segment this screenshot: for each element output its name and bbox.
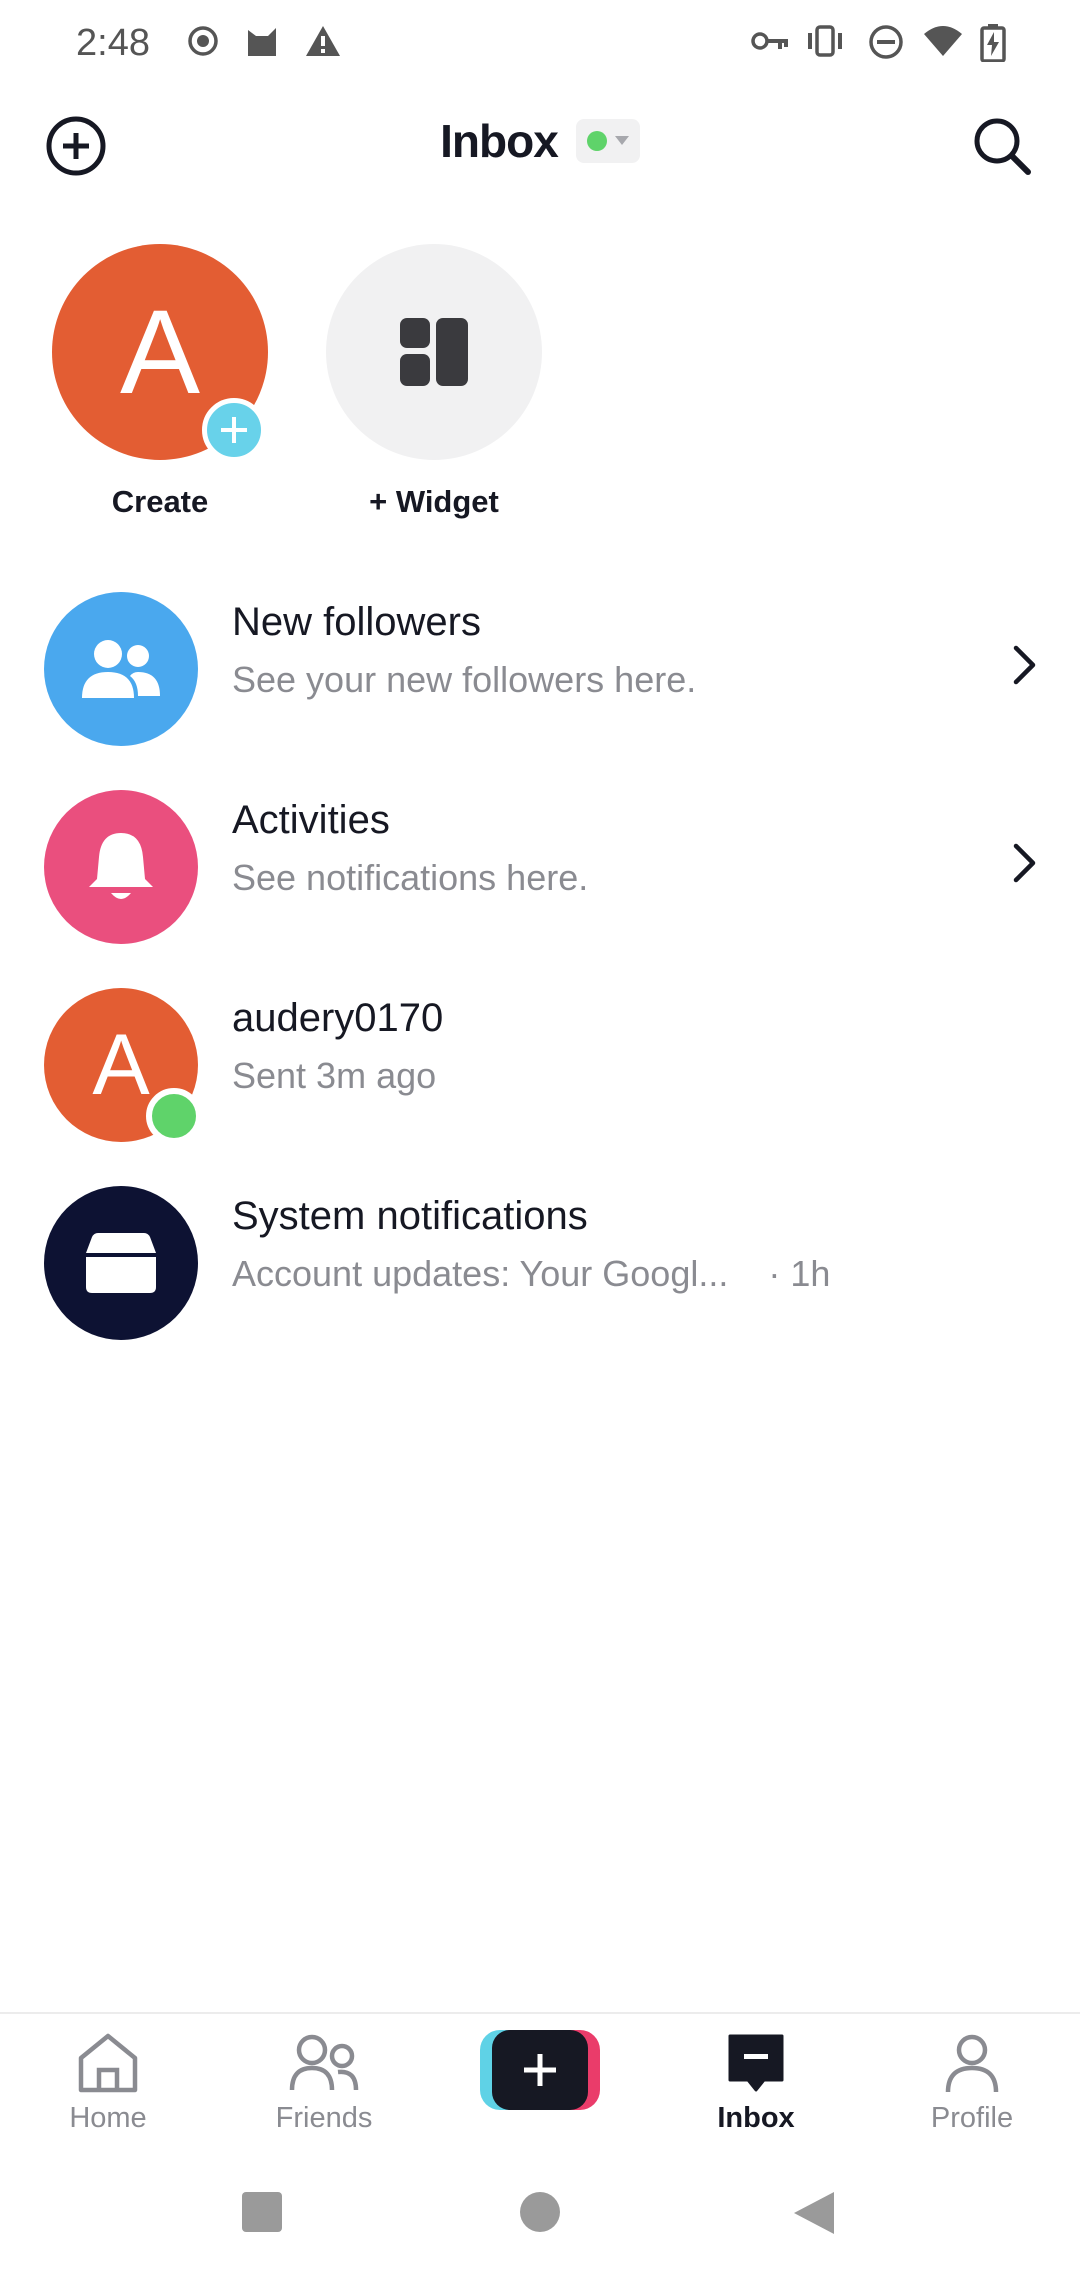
row-timestamp: · 1h bbox=[768, 1253, 831, 1294]
chevron-right-icon[interactable] bbox=[1012, 842, 1038, 889]
caret-down-icon bbox=[614, 136, 629, 145]
bottom-nav: Home Friends Inbox Profile bbox=[0, 2012, 1080, 2152]
list-item-conversation[interactable]: A audery0170 Sent 3m ago bbox=[0, 966, 1080, 1164]
inbox-tray-icon bbox=[44, 1186, 198, 1340]
system-nav-bar bbox=[0, 2160, 1080, 2280]
row-title: New followers bbox=[232, 600, 481, 644]
back-button[interactable] bbox=[792, 2190, 836, 2241]
list-item-activities[interactable]: Activities See notifications here. bbox=[0, 768, 1080, 966]
cat-icon bbox=[244, 24, 280, 63]
online-indicator bbox=[146, 1088, 202, 1144]
stories-row: A Create + Widget bbox=[0, 244, 1080, 534]
row-subtitle: Sent 3m ago bbox=[232, 1055, 1000, 1097]
status-time: 2:48 bbox=[76, 22, 150, 64]
row-text: Activities See notifications here. bbox=[232, 798, 1000, 899]
row-title: Activities bbox=[232, 798, 390, 842]
avatar: A bbox=[44, 988, 202, 1144]
nav-label: Profile bbox=[930, 2102, 1014, 2134]
row-text: New followers See your new followers her… bbox=[232, 600, 1000, 701]
row-title: audery0170 bbox=[232, 996, 444, 1040]
wifi-icon bbox=[922, 24, 964, 63]
widget-icon bbox=[400, 318, 468, 386]
inbox-icon bbox=[656, 2028, 856, 2098]
chevron-right-icon[interactable] bbox=[1012, 644, 1038, 691]
do-not-disturb-icon bbox=[868, 24, 904, 65]
nav-profile[interactable]: Profile bbox=[872, 2028, 1072, 2135]
row-text: System notifications Account updates: Yo… bbox=[232, 1194, 1000, 1295]
row-text: audery0170 Sent 3m ago bbox=[232, 996, 1000, 1097]
row-subtitle-text: Account updates: Your Googl... bbox=[232, 1253, 729, 1294]
avatar: A bbox=[52, 244, 268, 462]
nav-label: Inbox bbox=[717, 2102, 795, 2134]
status-bar: 2:48 bbox=[0, 0, 1080, 88]
header-title-group: Inbox bbox=[0, 114, 1080, 168]
row-title: System notifications bbox=[232, 1194, 588, 1238]
nav-label: Friends bbox=[275, 2102, 373, 2134]
battery-charging-icon bbox=[980, 24, 1006, 67]
widget-circle bbox=[326, 244, 542, 460]
create-video-button[interactable] bbox=[480, 2030, 600, 2110]
profile-icon bbox=[872, 2028, 1072, 2098]
story-label: Create bbox=[111, 484, 209, 519]
record-icon bbox=[186, 24, 220, 63]
list-item-new-followers[interactable]: New followers See your new followers her… bbox=[0, 570, 1080, 768]
vibrate-icon bbox=[804, 24, 846, 63]
page-title: Inbox bbox=[440, 115, 559, 167]
nav-home[interactable]: Home bbox=[8, 2028, 208, 2135]
row-subtitle: See your new followers here. bbox=[232, 659, 1000, 701]
nav-label: Home bbox=[69, 2102, 147, 2134]
home-button[interactable] bbox=[518, 2190, 562, 2239]
followers-icon bbox=[44, 592, 198, 746]
list-item-system-notifications[interactable]: System notifications Account updates: Yo… bbox=[0, 1164, 1080, 1362]
online-status-toggle[interactable] bbox=[575, 119, 640, 163]
story-widget[interactable]: + Widget bbox=[314, 244, 554, 520]
online-status-dot bbox=[586, 131, 607, 151]
inbox-list: New followers See your new followers her… bbox=[0, 570, 1080, 1362]
row-subtitle-text: See notifications here. bbox=[232, 857, 589, 898]
search-icon[interactable] bbox=[966, 110, 1038, 182]
row-subtitle-text: Sent 3m ago bbox=[232, 1055, 437, 1096]
story-label: + Widget bbox=[369, 484, 499, 519]
friends-icon bbox=[224, 2028, 424, 2098]
avatar-initial: A bbox=[92, 1016, 150, 1113]
story-create[interactable]: A Create bbox=[40, 244, 280, 520]
add-story-icon bbox=[202, 398, 266, 462]
nav-friends[interactable]: Friends bbox=[224, 2028, 424, 2135]
header: Inbox bbox=[0, 100, 1080, 190]
home-icon bbox=[8, 2028, 208, 2098]
warning-icon bbox=[304, 24, 342, 63]
bell-icon bbox=[44, 790, 198, 944]
key-icon bbox=[750, 24, 790, 63]
row-subtitle: See notifications here. bbox=[232, 857, 1000, 899]
avatar-initial: A bbox=[119, 285, 201, 419]
recents-button[interactable] bbox=[240, 2190, 284, 2239]
row-subtitle: Account updates: Your Googl... · 1h bbox=[232, 1253, 1000, 1295]
plus-icon bbox=[492, 2030, 588, 2110]
row-subtitle-text: See your new followers here. bbox=[232, 659, 697, 700]
nav-inbox[interactable]: Inbox bbox=[656, 2028, 856, 2135]
